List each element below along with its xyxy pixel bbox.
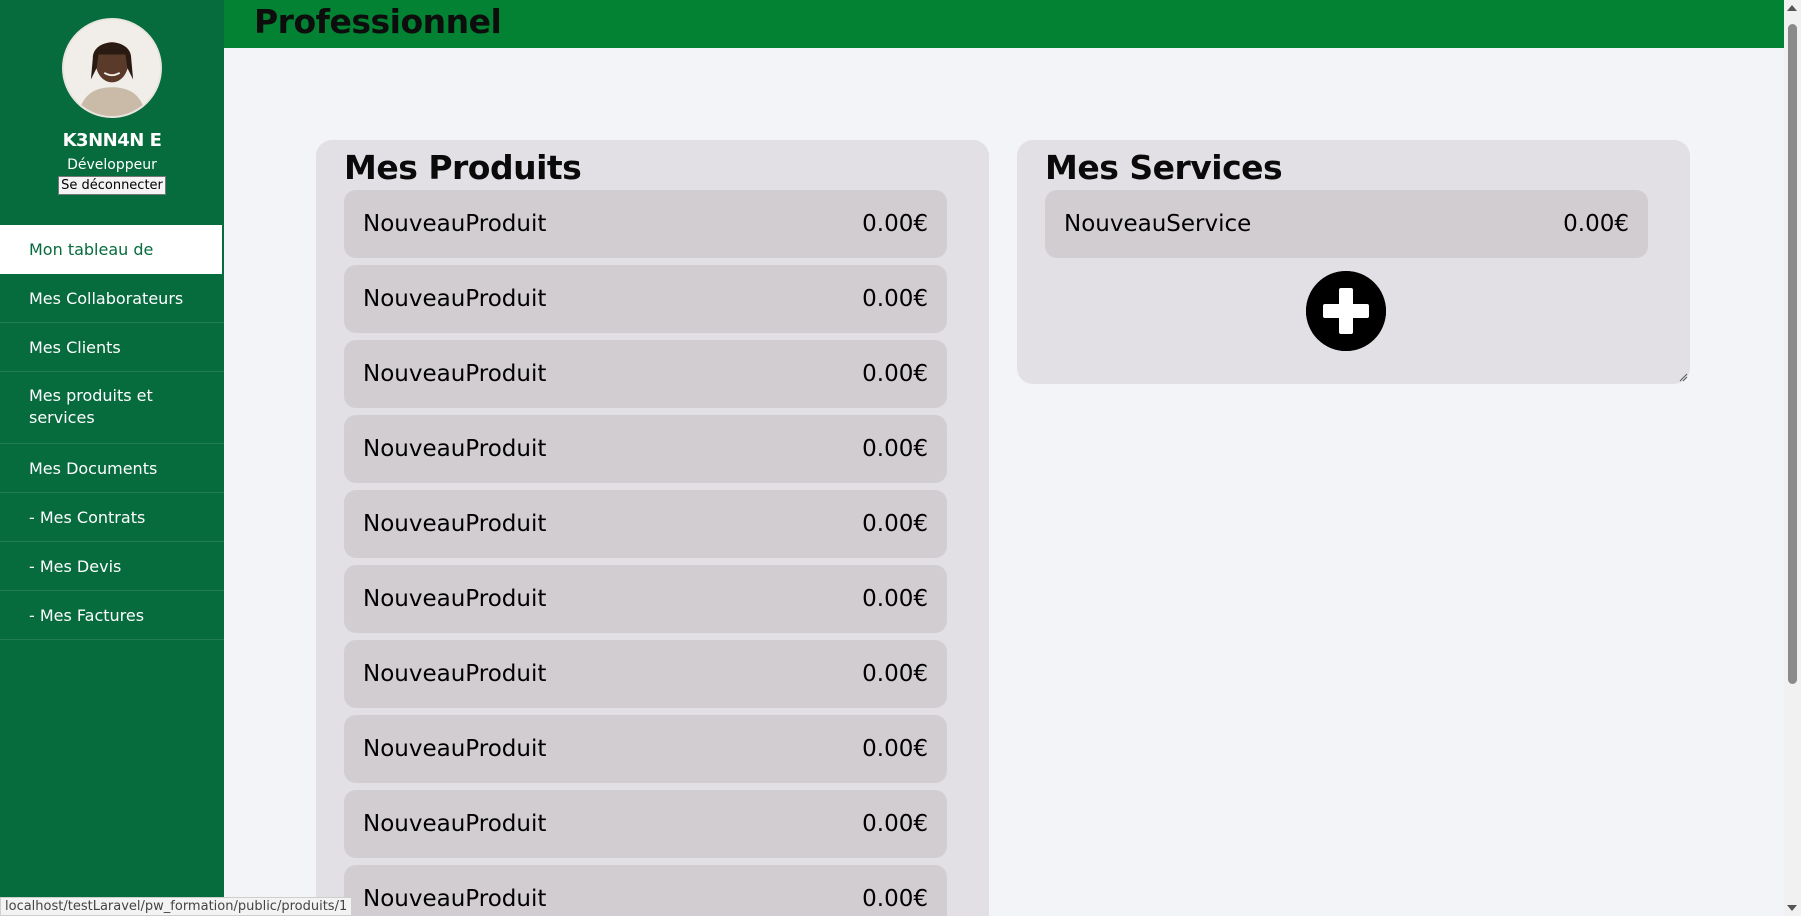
scroll-thumb[interactable] [1788, 24, 1797, 684]
avatar [62, 18, 162, 118]
add-service-button[interactable] [1306, 271, 1386, 351]
sidebar-item-contracts[interactable]: - Mes Contrats [0, 493, 224, 542]
product-name: NouveauProduit [363, 886, 547, 912]
sidebar-item-invoices[interactable]: - Mes Factures [0, 591, 224, 640]
product-price: 0.00€ [862, 736, 928, 762]
products-title: Mes Produits [344, 148, 582, 187]
product-name: NouveauProduit [363, 661, 547, 687]
user-name: K3NN4N E [62, 130, 162, 151]
avatar-image [64, 20, 160, 116]
product-name: NouveauProduit [363, 211, 547, 237]
product-name: NouveauProduit [363, 811, 547, 837]
sidebar-nav: Mon tableau de bord Mes Collaborateurs M… [0, 225, 224, 640]
user-role: Développeur [67, 157, 157, 173]
product-price: 0.00€ [862, 886, 928, 912]
products-panel: Mes Produits NouveauProduit 0.00€ Nouveau… [316, 140, 989, 916]
product-price: 0.00€ [862, 211, 928, 237]
product-price: 0.00€ [862, 811, 928, 837]
plus-circle-icon [1306, 271, 1386, 351]
product-price: 0.00€ [862, 511, 928, 537]
profile-section: K3NN4N E Développeur Se déconnecter [0, 0, 224, 195]
product-price: 0.00€ [862, 661, 928, 687]
product-name: NouveauProduit [363, 286, 547, 312]
product-item[interactable]: NouveauProduit 0.00€ [344, 490, 947, 558]
product-item[interactable]: NouveauProduit 0.00€ [344, 265, 947, 333]
product-price: 0.00€ [862, 361, 928, 387]
status-bar-url: localhost/testLaravel/pw_formation/publi… [0, 897, 353, 916]
services-list: NouveauService 0.00€ [1045, 190, 1648, 265]
page-scrollbar[interactable] [1784, 0, 1801, 916]
products-list: NouveauProduit 0.00€ NouveauProduit 0.00€ … [344, 190, 947, 916]
product-name: NouveauProduit [363, 511, 547, 537]
product-item[interactable]: NouveauProduit 0.00€ [344, 715, 947, 783]
sidebar-item-documents[interactable]: Mes Documents [0, 444, 224, 493]
product-price: 0.00€ [862, 586, 928, 612]
product-name: NouveauProduit [363, 586, 547, 612]
product-item[interactable]: NouveauProduit 0.00€ [344, 565, 947, 633]
logout-button[interactable]: Se déconnecter [58, 176, 166, 195]
sidebar: K3NN4N E Développeur Se déconnecter Mon … [0, 0, 224, 916]
product-price: 0.00€ [862, 286, 928, 312]
scroll-down-icon[interactable] [1787, 905, 1797, 911]
product-item[interactable]: NouveauProduit 0.00€ [344, 415, 947, 483]
product-item[interactable]: NouveauProduit 0.00€ [344, 640, 947, 708]
services-title: Mes Services [1045, 148, 1283, 187]
resize-grip-icon[interactable] [1678, 372, 1688, 382]
product-item[interactable]: NouveauProduit 0.00€ [344, 790, 947, 858]
service-item[interactable]: NouveauService 0.00€ [1045, 190, 1648, 258]
top-header: Professionnel [224, 0, 1784, 48]
product-item[interactable]: NouveauProduit 0.00€ [344, 340, 947, 408]
sidebar-item-quotes[interactable]: - Mes Devis [0, 542, 224, 591]
service-price: 0.00€ [1563, 211, 1629, 237]
service-name: NouveauService [1064, 211, 1252, 237]
sidebar-item-products-services[interactable]: Mes produits et services [0, 372, 224, 444]
product-price: 0.00€ [862, 436, 928, 462]
product-item[interactable]: NouveauProduit 0.00€ [344, 190, 947, 258]
product-name: NouveauProduit [363, 736, 547, 762]
sidebar-item-clients[interactable]: Mes Clients [0, 323, 224, 372]
product-name: NouveauProduit [363, 436, 547, 462]
product-name: NouveauProduit [363, 361, 547, 387]
sidebar-item-dashboard[interactable]: Mon tableau de bord [0, 225, 222, 308]
page-title: Professionnel [254, 2, 502, 41]
services-panel: Mes Services NouveauService 0.00€ [1017, 140, 1690, 384]
product-item[interactable]: NouveauProduit 0.00€ [344, 865, 947, 916]
sidebar-item-collaborators[interactable]: Mes Collaborateurs [0, 274, 224, 323]
scroll-up-icon[interactable] [1787, 5, 1797, 11]
